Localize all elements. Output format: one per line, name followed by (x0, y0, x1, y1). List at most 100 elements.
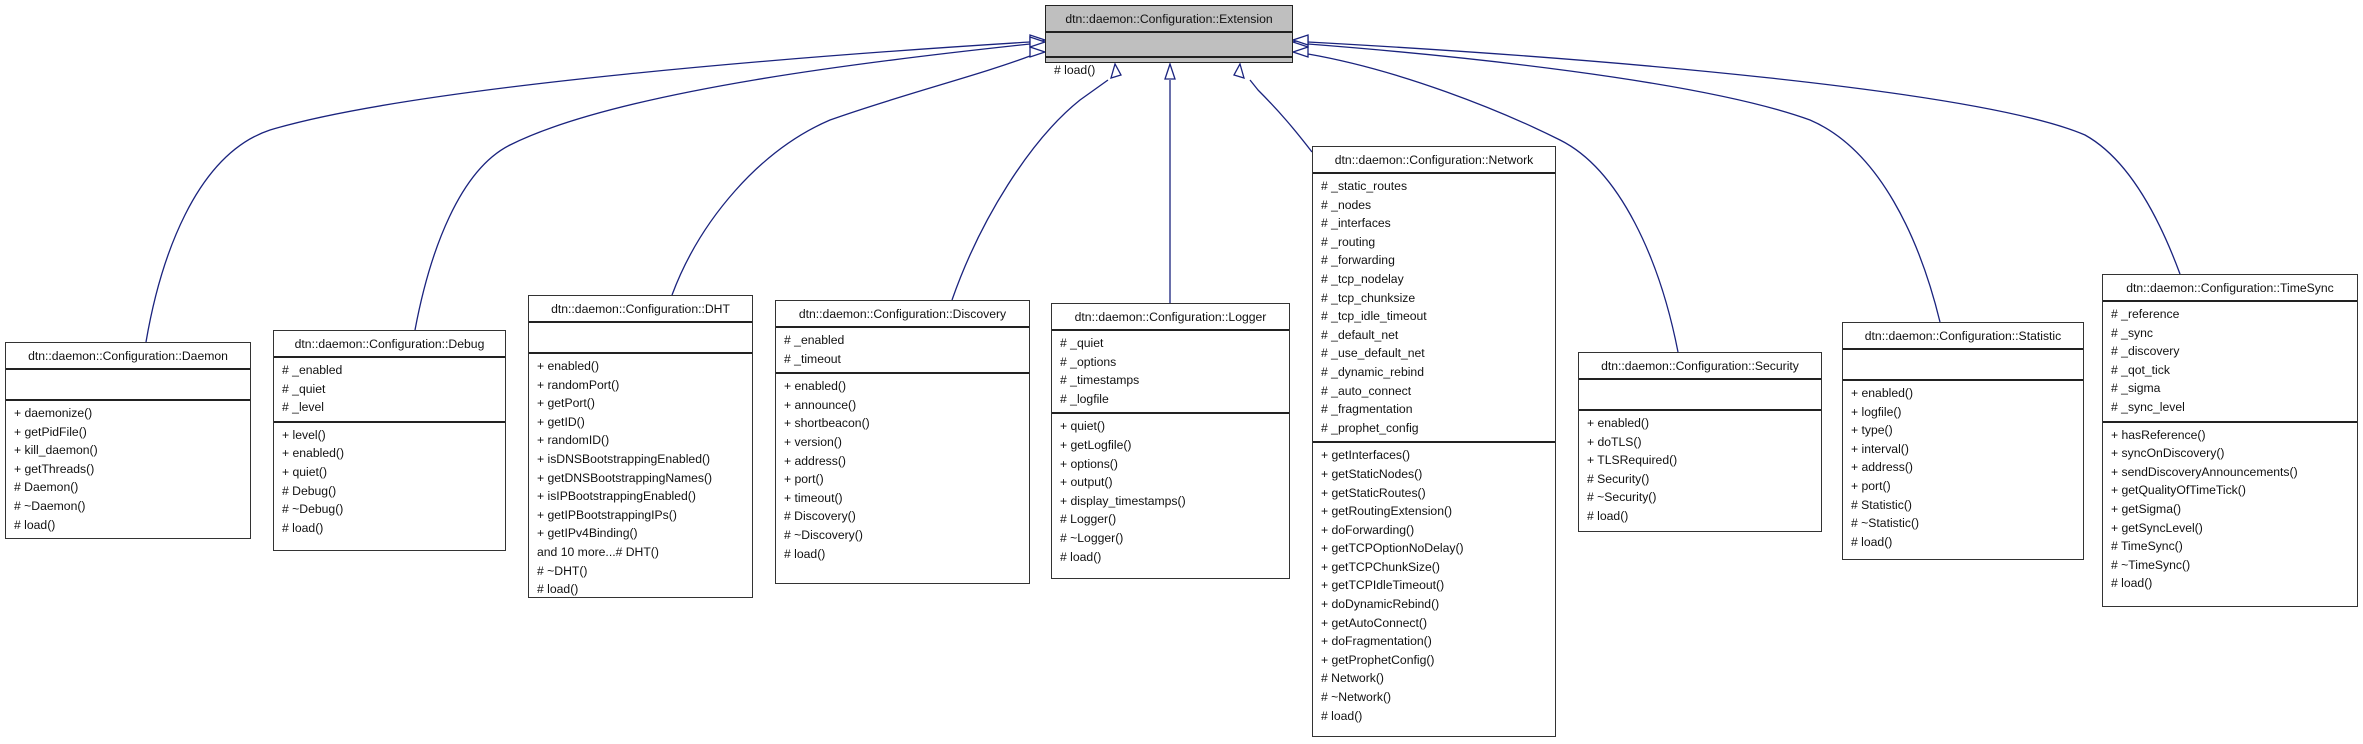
operation: + getPort() (537, 396, 595, 411)
inheritance-edge-network (1249, 79, 1313, 153)
attributes-section (6, 370, 250, 401)
operation: + getDNSBootstrappingNames() (537, 470, 713, 485)
operation: # ~DHT() (537, 563, 588, 578)
operation: # load() (1054, 63, 1096, 77)
operation: # Security() (1587, 471, 1650, 486)
operation: + syncOnDiscovery() (2111, 446, 2225, 461)
operation: + getSigma() (2111, 501, 2182, 516)
operation: # Daemon() (14, 480, 79, 495)
operation: + version() (784, 434, 842, 449)
inheritance-edge-dht (671, 55, 1031, 296)
operation: + getStaticRoutes() (1321, 485, 1426, 500)
attribute: # _enabled (282, 363, 343, 377)
class-name: dtn::daemon::Configuration::Extension (1046, 6, 1292, 33)
attributes-section (529, 323, 752, 354)
class-box-network[interactable]: dtn::daemon::Configuration::Network # _st… (1312, 146, 1556, 737)
attribute: # _static_routes (1321, 179, 1408, 193)
operation: + quiet() (1060, 419, 1106, 434)
operation: + daemonize() (14, 406, 93, 420)
operation: # Discovery() (784, 509, 856, 524)
operation: + logfile() (1851, 404, 1902, 419)
operation: + doDynamicRebind() (1321, 597, 1440, 612)
operation: + sendDiscoveryAnnouncements() (2111, 464, 2298, 479)
operation: + getLogfile() (1060, 437, 1132, 452)
class-name: dtn::daemon::Configuration::DHT (529, 296, 752, 323)
attributes-section: # _static_routes # _nodes # _interfaces # _… (1313, 174, 1555, 444)
operation: + enabled() (537, 359, 599, 373)
attribute: # _fragmentation (1321, 402, 1413, 417)
attribute: # _routing (1321, 234, 1376, 249)
attributes-section (1843, 350, 2083, 381)
attribute: # _qot_tick (2111, 362, 2170, 377)
operation: + getSyncLevel() (2111, 520, 2203, 535)
attribute: # _reference (2111, 307, 2180, 321)
class-box-daemon[interactable]: dtn::daemon::Configuration::Daemon + daem… (5, 342, 251, 539)
operation: + enabled() (1587, 416, 1649, 430)
operation: + isDNSBootstrappingEnabled() (537, 451, 711, 466)
attribute: # _timeout (784, 351, 841, 366)
operation: # Debug() (282, 483, 337, 498)
operation: # load() (282, 520, 324, 535)
attribute: # _tcp_nodelay (1321, 271, 1404, 286)
class-name: dtn::daemon::Configuration::Statistic (1843, 323, 2083, 350)
operation: + address() (784, 453, 846, 468)
operations-section: + hasReference() + syncOnDiscovery() + sen… (2103, 423, 2357, 597)
operations-section: + enabled() + doTLS() + TLSRequired() # Sec… (1579, 411, 1821, 530)
operation: + getInterfaces() (1321, 448, 1411, 463)
class-box-security[interactable]: dtn::daemon::Configuration::Security+ en… (1578, 352, 1822, 532)
operation: # ~Statistic() (1851, 516, 1920, 531)
class-name: dtn::daemon::Configuration::Debug (274, 331, 505, 358)
attribute: # _use_default_net (1321, 346, 1425, 361)
operation: + doFragmentation() (1321, 634, 1432, 649)
operation: + port() (784, 472, 824, 487)
attribute: # _dynamic_rebind (1321, 364, 1424, 379)
operation: + address() (1851, 460, 1913, 475)
operation: + getProphetConfig() (1321, 652, 1435, 667)
operation: + getAutoConnect() (1321, 615, 1428, 630)
inheritance-arrowhead-icon (1029, 46, 1048, 58)
operation: + randomID() (537, 433, 610, 448)
operations-section: + enabled() + announce() + shortbeacon() + … (776, 374, 1029, 567)
operation: # Network() (1321, 671, 1384, 686)
class-box-statistic[interactable]: dtn::daemon::Configuration::Statistic+ e… (1842, 322, 2084, 560)
operation: + doTLS() (1587, 434, 1642, 449)
attributes-section (1579, 380, 1821, 411)
attribute: # _logfile (1060, 391, 1109, 406)
attribute: # _quiet (1060, 336, 1104, 350)
inheritance-arrowhead-icon (1290, 46, 1309, 58)
operation: # load() (14, 517, 56, 532)
class-box-debug[interactable]: dtn::daemon::Configuration::Debug # _enab… (273, 330, 506, 551)
attribute: # _interfaces (1321, 216, 1391, 231)
operation: + doForwarding() (1321, 522, 1415, 537)
class-box-timesync[interactable]: dtn::daemon::Configuration::TimeSync # _r… (2102, 274, 2358, 607)
operation: + output() (1060, 475, 1113, 490)
operation: + TLSRequired() (1587, 453, 1678, 468)
operation: + options() (1060, 456, 1118, 471)
attribute: # _prophet_config (1321, 420, 1419, 435)
class-box-logger[interactable]: dtn::daemon::Configuration::Logger # _qui… (1051, 303, 1290, 579)
operation: + port() (1851, 478, 1891, 493)
operation: # Logger() (1060, 512, 1117, 527)
operation: + level() (282, 427, 326, 442)
operation: # TimeSync() (2111, 539, 2183, 554)
attributes-section: # _enabled # _quiet # _level (274, 358, 505, 423)
operation: # load() (1587, 508, 1629, 523)
operation: # load() (1321, 708, 1363, 723)
operation: # ~Discovery() (784, 527, 863, 542)
operation: + getID() (537, 414, 585, 429)
attribute: # _enabled (784, 333, 845, 347)
operation: + interval() (1851, 441, 1909, 456)
class-box-dht[interactable]: dtn::daemon::Configuration::DHT+ enabled… (528, 295, 753, 598)
attributes-section: # _reference # _sync # _discovery # _qot_ti… (2103, 302, 2357, 423)
class-box-extension[interactable]: dtn::daemon::Configuration::Extension # … (1045, 5, 1293, 77)
attributes-section: # _quiet # _options # _timestamps # _logfil… (1052, 331, 1289, 415)
class-name: dtn::daemon::Configuration::TimeSync (2103, 275, 2357, 302)
operation: + getIPv4Binding() (537, 526, 638, 541)
inheritance-edge-discovery (951, 79, 1109, 301)
operation: # load() (1851, 534, 1893, 549)
class-box-discovery[interactable]: dtn::daemon::Configuration::Discovery # _… (775, 300, 1030, 584)
class-name: dtn::daemon::Configuration::Security (1579, 353, 1821, 380)
operations-section: + enabled() + logfile() + type() + interval… (1843, 381, 2083, 555)
attribute: # _discovery (2111, 344, 2180, 359)
operation: + kill_daemon() (14, 443, 98, 458)
